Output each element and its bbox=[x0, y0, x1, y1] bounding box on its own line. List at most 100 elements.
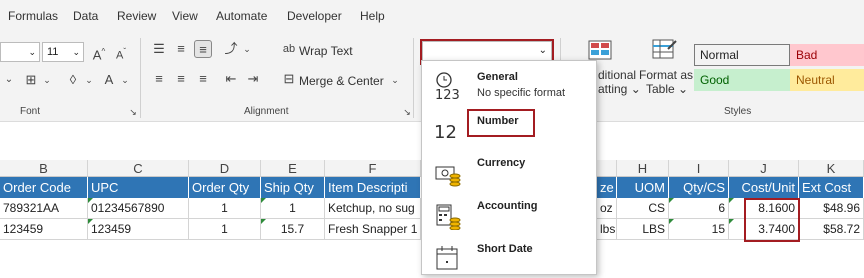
group-label-font: Font bbox=[20, 106, 41, 117]
align-bottom-icon[interactable]: ≡ bbox=[194, 40, 212, 58]
column-header-d[interactable]: D bbox=[189, 160, 261, 177]
format-option-subtitle: No specific format bbox=[477, 87, 566, 99]
format-as-table-button[interactable]: Format as bbox=[639, 68, 693, 82]
menu-automate[interactable]: Automate bbox=[216, 9, 267, 23]
cell-item-description[interactable]: Ketchup, no sug bbox=[325, 198, 421, 219]
conditional-formatting-label2: atting ⌄ bbox=[598, 82, 641, 96]
svg-text:123: 123 bbox=[435, 88, 460, 101]
header-order-qty[interactable]: Order Qty bbox=[189, 177, 261, 198]
format-as-table-icon bbox=[652, 39, 678, 63]
format-option-title: Short Date bbox=[477, 243, 533, 255]
cell-uom[interactable]: LBS bbox=[617, 219, 669, 240]
format-option-title: Accounting bbox=[477, 200, 538, 212]
style-bad[interactable]: Bad bbox=[790, 44, 864, 66]
cell-order-qty[interactable]: 1 bbox=[189, 198, 261, 219]
chevron-down-icon[interactable]: ⌄ bbox=[0, 71, 18, 89]
format-option-short-date[interactable]: Short Date bbox=[422, 235, 596, 278]
chevron-down-icon[interactable]: ⌄ bbox=[80, 71, 98, 89]
menu-review[interactable]: Review bbox=[117, 9, 156, 23]
font-size-dropdown[interactable]: 11 ⌄ bbox=[42, 42, 84, 62]
group-divider bbox=[140, 38, 141, 118]
cell-ship-qty[interactable]: 15.7 bbox=[261, 219, 325, 240]
style-neutral[interactable]: Neutral bbox=[790, 69, 864, 91]
align-top-icon[interactable]: ☰ bbox=[150, 40, 168, 58]
column-header-e[interactable]: E bbox=[261, 160, 325, 177]
error-indicator-icon bbox=[261, 198, 266, 203]
calendar-icon bbox=[434, 243, 460, 271]
increase-font-size-button[interactable]: A^ bbox=[90, 43, 108, 62]
chevron-down-icon: ⌄ bbox=[28, 47, 36, 57]
error-indicator-icon bbox=[729, 219, 734, 224]
cell-size[interactable]: lbs bbox=[597, 219, 617, 240]
cell-item-description[interactable]: Fresh Snapper 1 bbox=[325, 219, 421, 240]
align-left-icon[interactable]: ≡ bbox=[150, 70, 168, 88]
menu-formulas[interactable]: Formulas bbox=[8, 9, 58, 23]
merge-center-button[interactable]: Merge & Center bbox=[299, 74, 384, 88]
header-size[interactable]: ze bbox=[597, 177, 617, 198]
error-indicator-icon bbox=[669, 198, 674, 203]
cell-order-qty[interactable]: 1 bbox=[189, 219, 261, 240]
column-header-g[interactable] bbox=[597, 160, 617, 177]
format-option-title: General bbox=[477, 71, 518, 83]
group-label-styles: Styles bbox=[724, 106, 752, 117]
column-header-c[interactable]: C bbox=[88, 160, 189, 177]
error-indicator-icon bbox=[669, 219, 674, 224]
format-option-general[interactable]: 123 General No specific format bbox=[422, 63, 596, 106]
chevron-down-icon[interactable]: ⌄ bbox=[238, 40, 256, 58]
chevron-down-icon[interactable]: ⌄ bbox=[38, 71, 56, 89]
wrap-text-button[interactable]: Wrap Text bbox=[299, 44, 353, 58]
column-header-h[interactable]: H bbox=[617, 160, 669, 177]
error-indicator-icon bbox=[729, 198, 734, 203]
header-ext-cost[interactable]: Ext Cost bbox=[799, 177, 864, 198]
menu-help[interactable]: Help bbox=[360, 9, 385, 23]
menu-bar: Formulas Data Review View Automate Devel… bbox=[0, 0, 864, 32]
format-option-accounting[interactable]: Accounting bbox=[422, 192, 596, 235]
menu-developer[interactable]: Developer bbox=[287, 9, 342, 23]
font-name-dropdown[interactable]: ⌄ bbox=[0, 42, 40, 62]
increase-indent-icon[interactable]: ⇥ bbox=[244, 70, 262, 88]
header-upc[interactable]: UPC bbox=[88, 177, 189, 198]
header-cost-unit[interactable]: Cost/Unit bbox=[729, 177, 799, 198]
cell-upc[interactable]: 01234567890 bbox=[88, 198, 189, 219]
cell-upc[interactable]: 123459 bbox=[88, 219, 189, 240]
style-normal[interactable]: Normal bbox=[694, 44, 790, 66]
error-indicator-icon bbox=[88, 219, 93, 224]
align-center-icon[interactable]: ≡ bbox=[172, 70, 190, 88]
header-uom[interactable]: UOM bbox=[617, 177, 669, 198]
decrease-font-size-button[interactable]: Aˇ bbox=[112, 43, 130, 62]
number-format-menu: 123 General No specific format 12 Number… bbox=[421, 60, 597, 275]
cell-ext-cost[interactable]: $58.72 bbox=[799, 219, 864, 240]
chevron-down-icon[interactable]: ⌄ bbox=[386, 71, 404, 89]
group-label-alignment: Alignment bbox=[244, 106, 289, 117]
decrease-indent-icon[interactable]: ⇤ bbox=[222, 70, 240, 88]
currency-icon bbox=[434, 157, 461, 187]
merge-center-icon: ⊟ bbox=[283, 71, 295, 86]
group-divider bbox=[413, 38, 414, 118]
cell-size[interactable]: oz bbox=[597, 198, 617, 219]
column-header-f[interactable]: F bbox=[325, 160, 421, 177]
format-option-currency[interactable]: Currency bbox=[422, 149, 596, 192]
cell-ext-cost[interactable]: $48.96 bbox=[799, 198, 864, 219]
conditional-formatting-button[interactable]: ditional bbox=[598, 68, 636, 82]
cell-uom[interactable]: CS bbox=[617, 198, 669, 219]
align-right-icon[interactable]: ≡ bbox=[194, 70, 212, 88]
style-good[interactable]: Good bbox=[694, 69, 790, 91]
cell-qty-cs[interactable]: 15 bbox=[669, 219, 729, 240]
cell-order-code[interactable]: 123459 bbox=[0, 219, 88, 240]
align-middle-icon[interactable]: ≡ bbox=[172, 40, 190, 58]
column-header-j[interactable]: J bbox=[729, 160, 799, 177]
cell-order-code[interactable]: 789321AA bbox=[0, 198, 88, 219]
header-order-code[interactable]: Order Code bbox=[0, 177, 88, 198]
column-header-k[interactable]: K bbox=[799, 160, 864, 177]
column-header-b[interactable]: B bbox=[0, 160, 88, 177]
menu-data[interactable]: Data bbox=[73, 9, 98, 23]
chevron-down-icon[interactable]: ⌄ bbox=[116, 71, 134, 89]
header-item-description[interactable]: Item Descripti bbox=[325, 177, 421, 198]
header-qty-cs[interactable]: Qty/CS bbox=[669, 177, 729, 198]
column-header-i[interactable]: I bbox=[669, 160, 729, 177]
header-ship-qty[interactable]: Ship Qty bbox=[261, 177, 325, 198]
menu-view[interactable]: View bbox=[172, 9, 198, 23]
cell-qty-cs[interactable]: 6 bbox=[669, 198, 729, 219]
number-option-highlight bbox=[467, 109, 535, 137]
cell-ship-qty[interactable]: 1 bbox=[261, 198, 325, 219]
